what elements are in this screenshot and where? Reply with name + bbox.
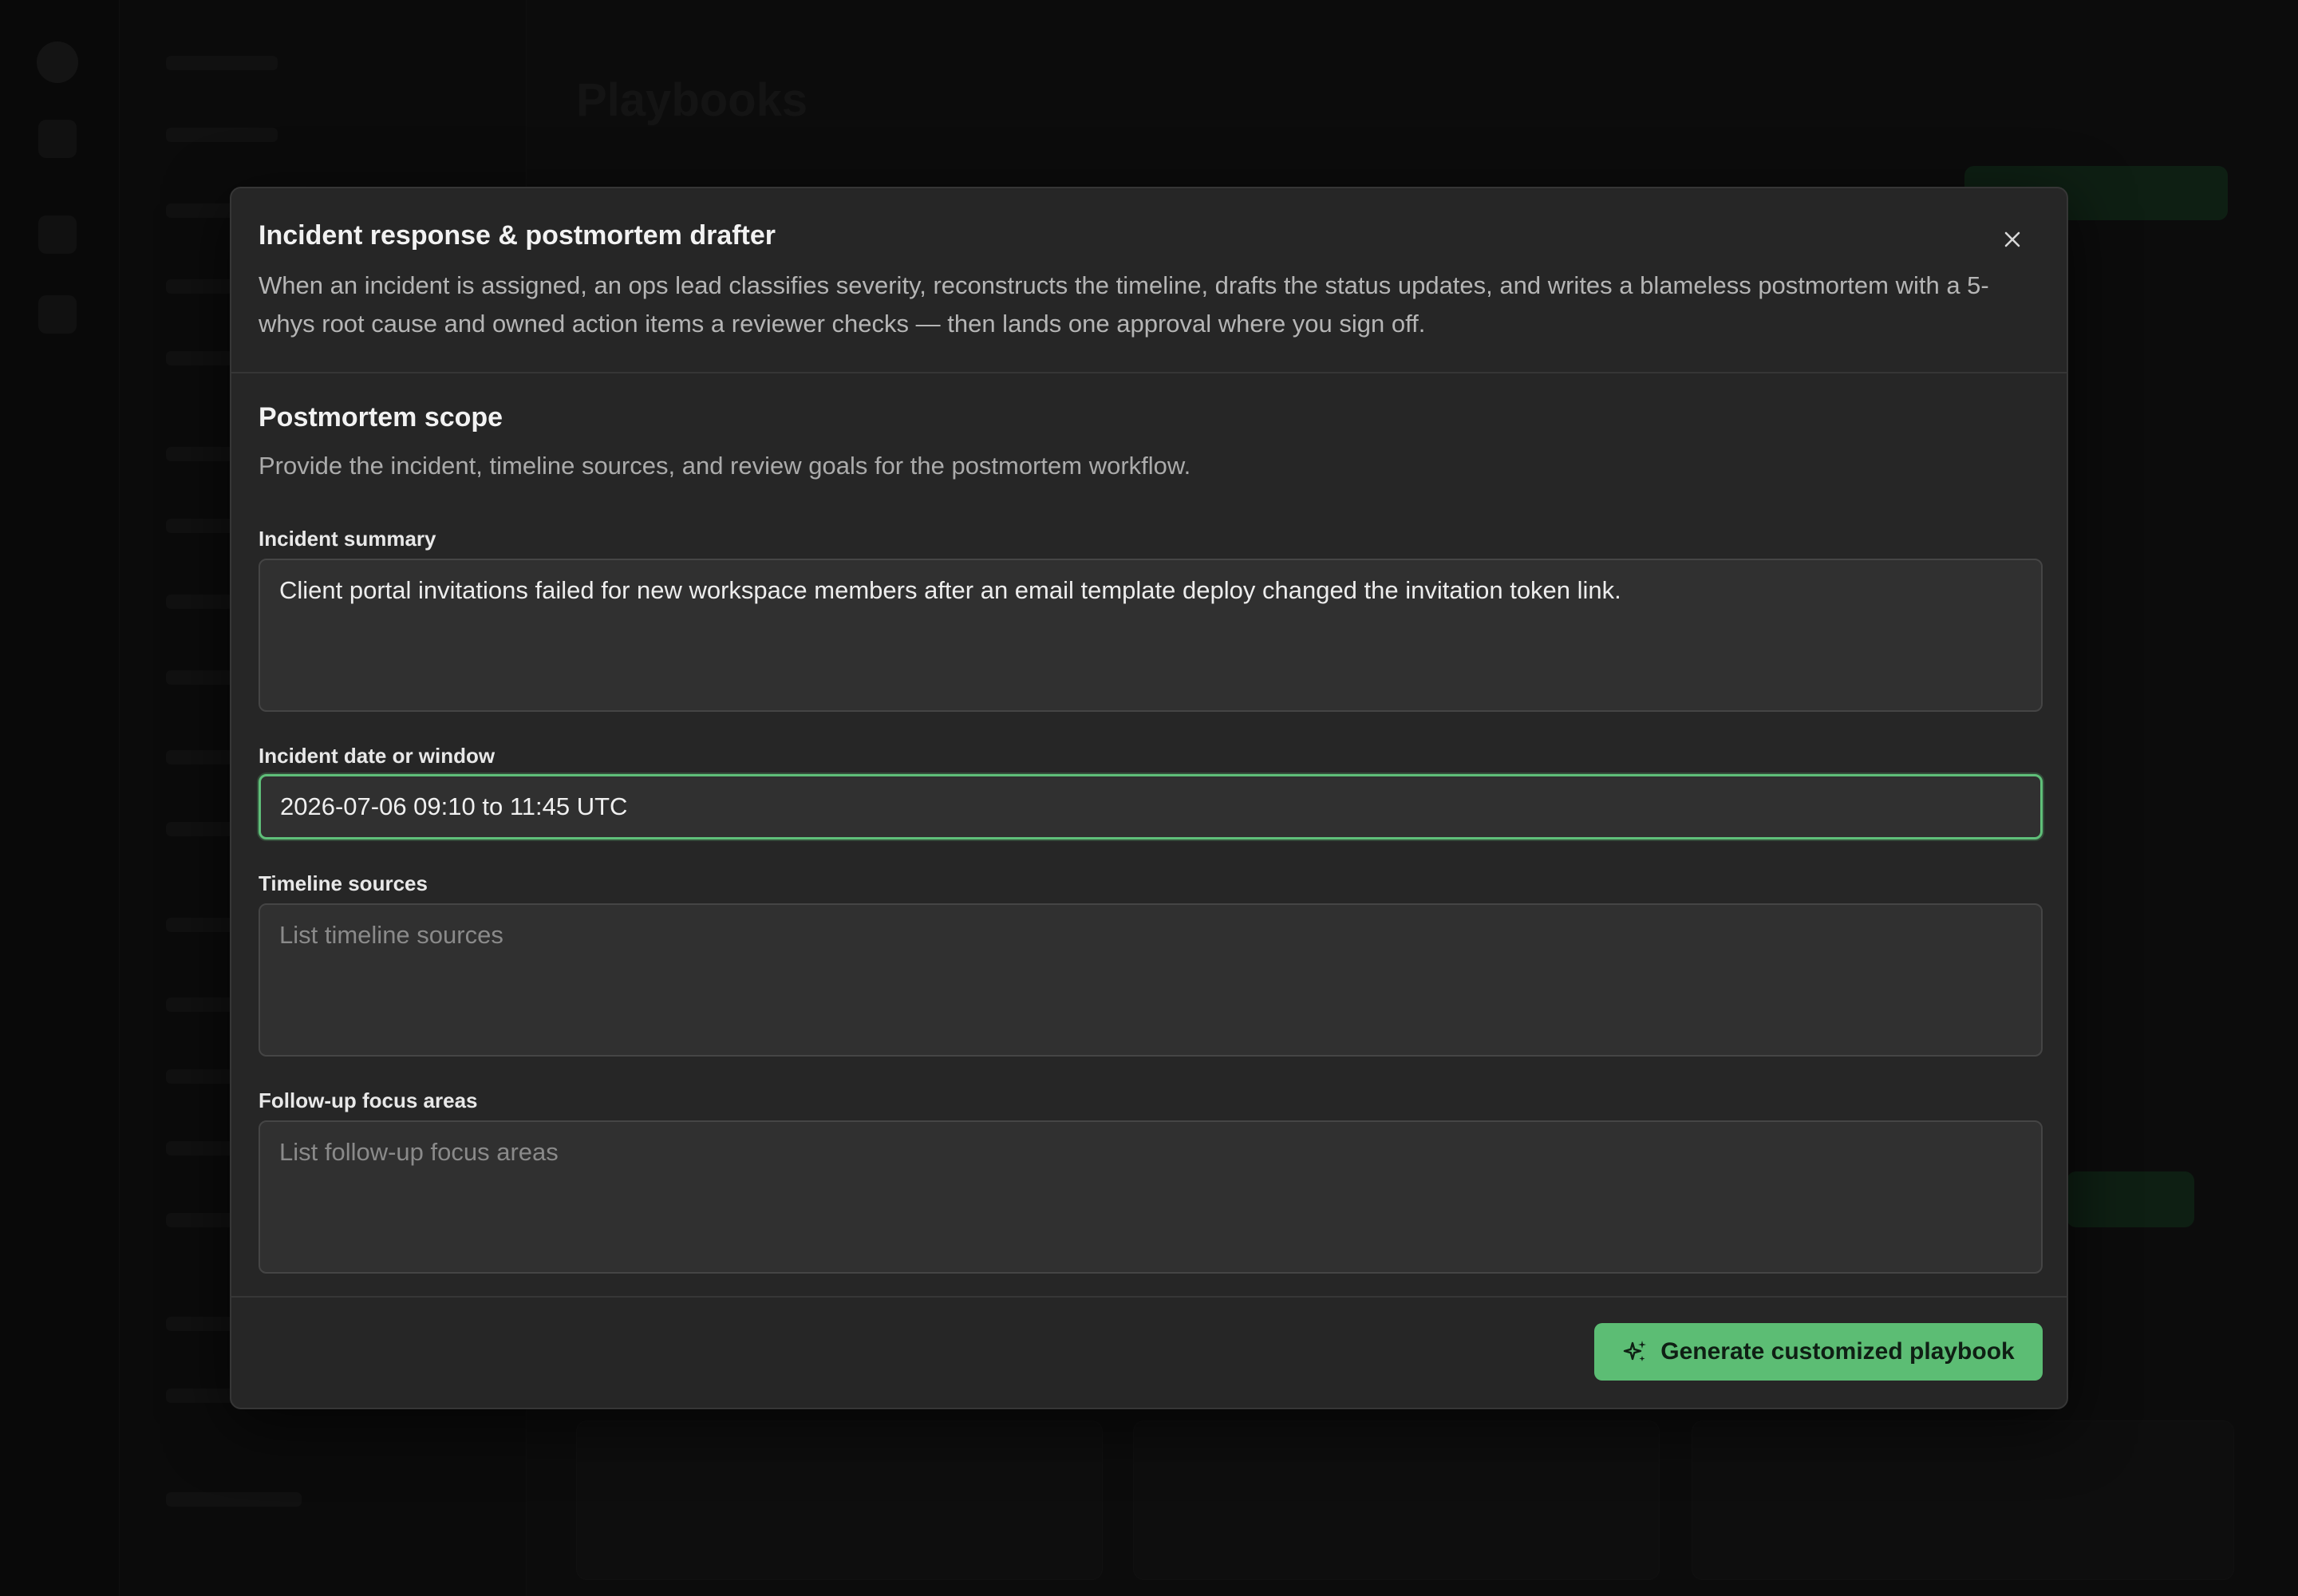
incident-summary-field[interactable]: Client portal invitations failed for new… bbox=[259, 559, 2043, 712]
incident-date-label: Incident date or window bbox=[259, 744, 496, 768]
generate-button-label: Generate customized playbook bbox=[1660, 1338, 2015, 1365]
followup-focus-field[interactable] bbox=[259, 1120, 2043, 1274]
close-button[interactable] bbox=[1993, 220, 2031, 259]
incident-date-field[interactable] bbox=[259, 774, 2043, 839]
playbook-dialog: Incident response & postmortem drafter W… bbox=[230, 187, 2068, 1409]
dialog-title: Incident response & postmortem drafter bbox=[259, 220, 776, 251]
dialog-description: When an incident is assigned, an ops lea… bbox=[259, 271, 1989, 338]
sparkles-icon bbox=[1624, 1341, 1647, 1361]
dialog-footer: Generate customized playbook bbox=[231, 1296, 2067, 1408]
generate-playbook-button[interactable]: Generate customized playbook bbox=[1594, 1323, 2043, 1381]
timeline-sources-field[interactable] bbox=[259, 903, 2043, 1057]
followup-focus-label: Follow-up focus areas bbox=[259, 1088, 478, 1112]
section-description: Provide the incident, timeline sources, … bbox=[259, 452, 1191, 480]
section-title: Postmortem scope bbox=[259, 402, 503, 433]
timeline-sources-label: Timeline sources bbox=[259, 871, 428, 895]
dialog-header: Incident response & postmortem drafter W… bbox=[231, 188, 2067, 373]
incident-summary-label: Incident summary bbox=[259, 527, 436, 551]
close-icon bbox=[2004, 231, 2020, 247]
